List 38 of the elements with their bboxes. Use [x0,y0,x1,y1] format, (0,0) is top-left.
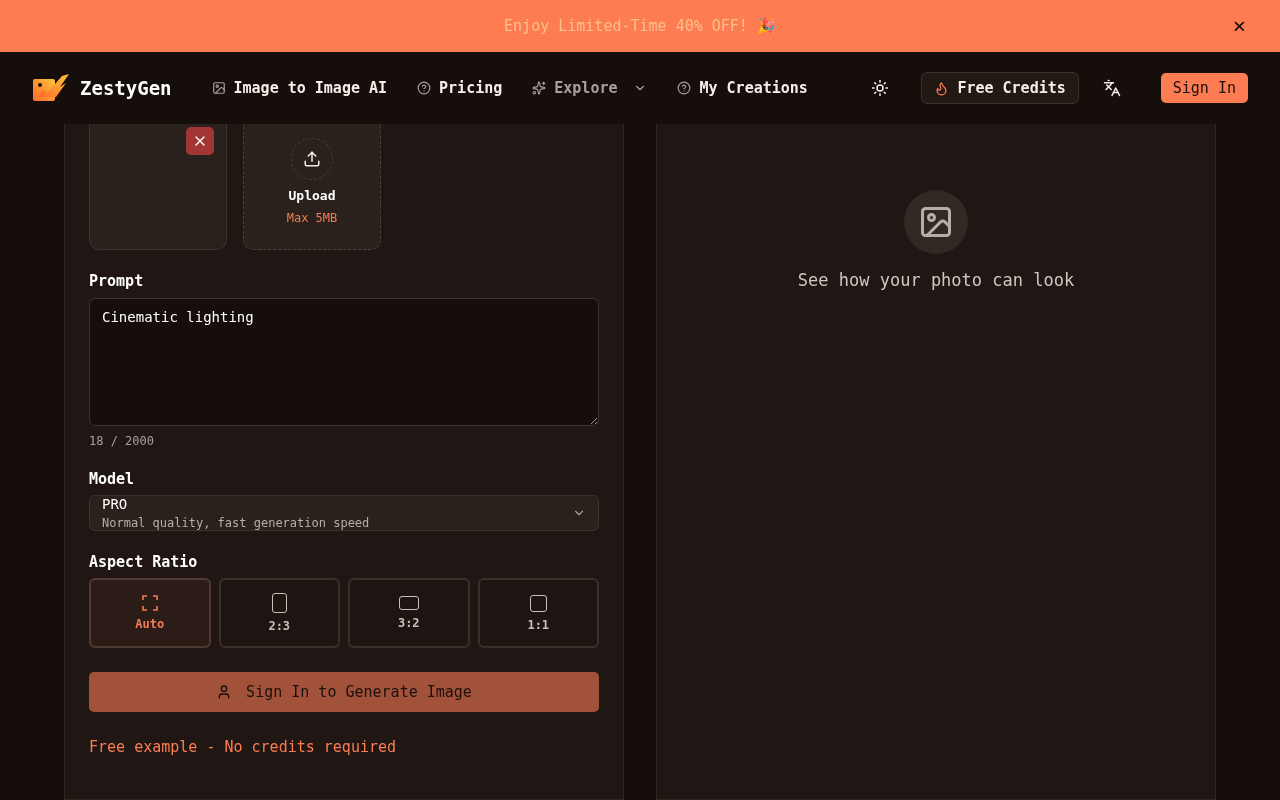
nav-link[interactable]: Explore [532,79,648,97]
nav-link[interactable]: My Creations [677,79,808,97]
portrait-icon [271,593,287,613]
prompt-label: Prompt [89,272,145,290]
size-limit-text: Max 5MB [286,211,338,225]
free-credits-button[interactable]: Free Credits [921,72,1079,104]
promo-text: Enjoy Limited-Time 40% OFF! 🎉 [504,17,776,35]
fullscreen-icon [141,595,158,611]
aspect-ratio-label: Aspect Ratio [89,553,199,571]
model-select[interactable]: PRO Normal quality, fast generation speed [89,495,599,531]
upload-dropzone[interactable]: Upload Max 5MB [243,124,381,250]
translate-icon [1102,79,1121,97]
aspect-ratio-option[interactable]: 2:3 [218,578,340,648]
character-counter: 18 / 2000 [89,434,156,448]
help-icon [677,81,692,95]
nav-link[interactable]: Image to Image AI [211,79,388,97]
free-example-note: Free example - No credits required [89,738,398,756]
help-icon [417,81,432,95]
model-name: PRO [102,496,129,512]
aspect-ratio-option[interactable]: Auto [89,578,211,648]
logo-icon [32,73,70,103]
landscape-icon [398,596,419,610]
prompt-field[interactable]: Cinematic lighting [89,298,599,426]
upload-label: Upload [288,188,336,203]
brand-name: ZestyGen [80,77,172,99]
nav-link[interactable]: Pricing [417,79,503,97]
preview-message: See how your photo can look [797,270,1075,290]
square-icon [529,594,547,612]
image-icon [211,81,226,95]
model-description: Normal quality, fast generation speed [102,516,371,530]
aspect-ratio-option[interactable]: 1:1 [477,578,599,648]
sign-in-button[interactable]: Sign In [1160,73,1248,103]
aspect-ratio-option[interactable]: 3:2 [348,578,470,648]
model-label: Model [89,470,136,488]
sparkle-icon [532,81,547,95]
close-button[interactable]: × [1232,15,1246,37]
sun-icon [871,79,890,97]
remove-image-button[interactable] [186,127,214,155]
